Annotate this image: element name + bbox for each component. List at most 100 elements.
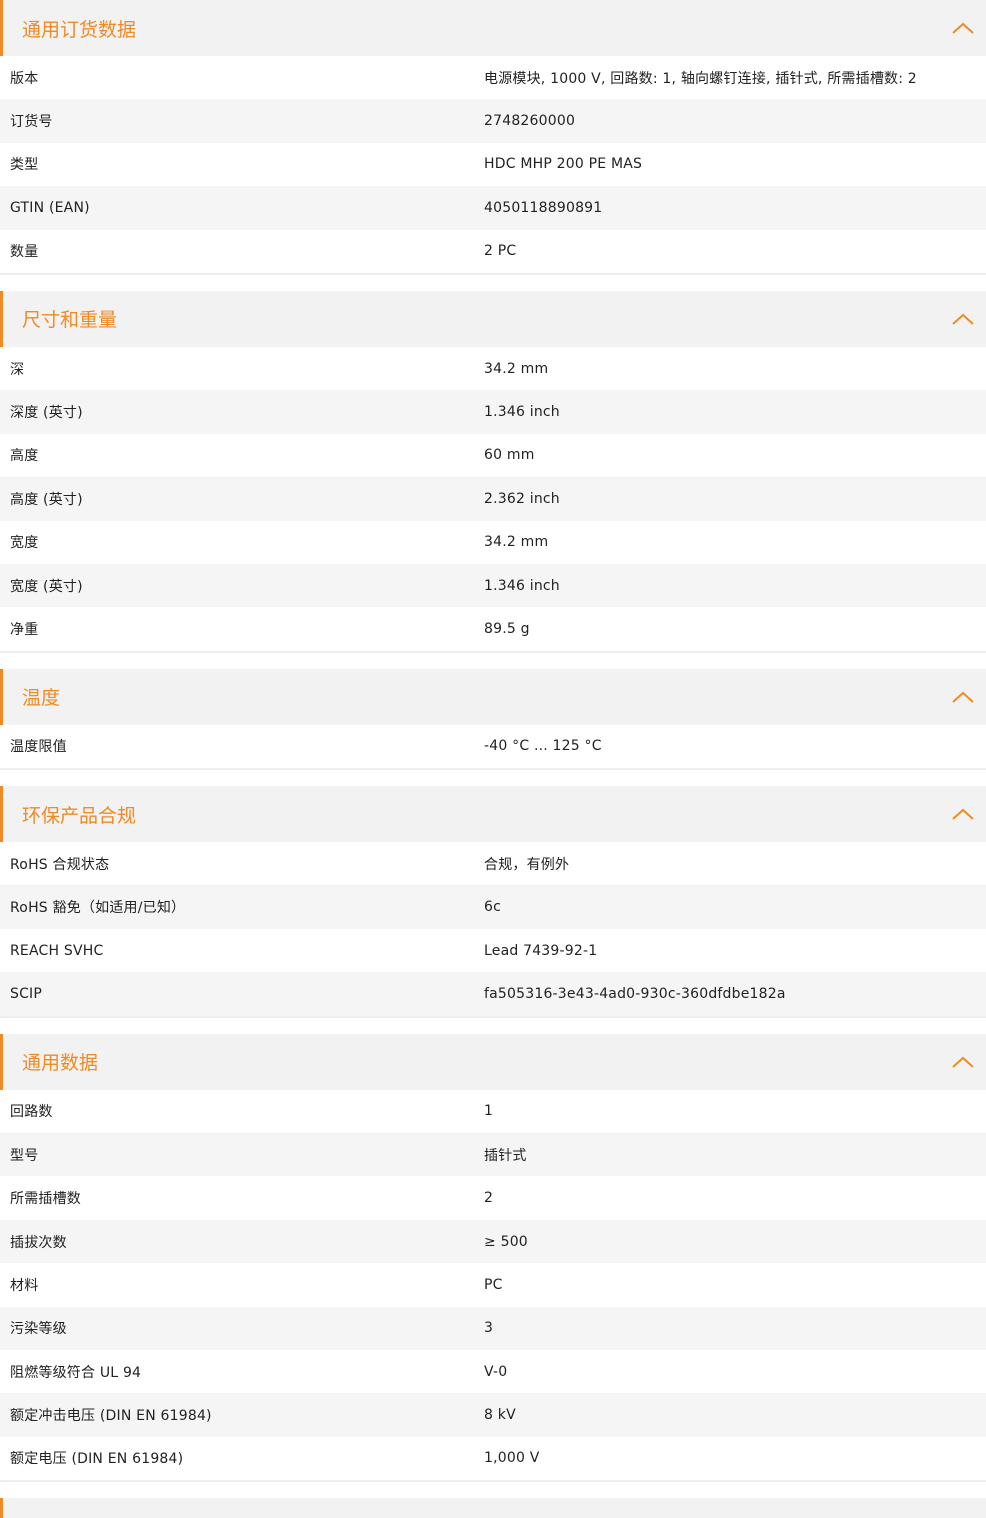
section-general-data: 通用数据 回路数 1 型号 插针式 所需插槽数 2 插拔次数 ≥ 500 材料 PC 污染… <box>0 1033 986 1483</box>
row-value: V-0 <box>484 1363 508 1380</box>
row-label: 高度 <box>10 448 39 465</box>
row-value: 34.2 mm <box>484 360 549 377</box>
table-row: 额定冲击电压 (DIN EN 61984) 8 kV <box>0 1393 986 1437</box>
table-row: 高度 60 mm <box>0 433 986 478</box>
chevron-up-icon[interactable] <box>950 1052 976 1072</box>
row-value: PC <box>484 1276 503 1293</box>
row-value: 1.346 inch <box>484 404 560 421</box>
row-value: 1,000 V <box>484 1450 540 1467</box>
row-value: 2748260000 <box>484 113 576 130</box>
section-environmental-compliance: 环保产品合规 RoHS 合规状态 合规，有例外 RoHS 豁免（如适用/已知） 6c… <box>0 786 986 1018</box>
row-value: 6c <box>484 899 502 916</box>
section-dimensions-weight: 尺寸和重量 深 34.2 mm 深度 (英寸) 1.346 inch 高度 60 mm… <box>0 290 986 653</box>
section-title: 通用订货数据 <box>22 18 137 41</box>
row-label: 宽度 (英寸) <box>10 578 83 595</box>
row-value: 1.346 inch <box>484 577 560 594</box>
row-label: 数量 <box>10 244 39 261</box>
row-label: 深 <box>10 361 25 378</box>
row-label: RoHS 合规状态 <box>10 856 110 873</box>
table-row: 深度 (英寸) 1.346 inch <box>0 390 986 434</box>
section-header[interactable]: 温度 <box>0 668 986 725</box>
section-ordering-data: 通用订货数据 版本 电源模块, 1000 V, 回路数: 1, 轴向螺钉连接, 插… <box>0 0 986 275</box>
table-row: REACH SVHC Lead 7439-92-1 <box>0 928 986 973</box>
row-label: 所需插槽数 <box>10 1191 81 1208</box>
row-label: 额定电压 (DIN EN 61984) <box>10 1451 184 1468</box>
section-title: 环保产品合规 <box>22 804 137 827</box>
table-row: 订货号 2748260000 <box>0 99 986 143</box>
section-title: 温度 <box>22 687 61 710</box>
chevron-up-icon[interactable] <box>950 687 976 707</box>
row-label: 订货号 <box>10 114 53 131</box>
table-row: 净重 89.5 g <box>0 607 986 651</box>
row-label: 宽度 <box>10 535 39 552</box>
row-value: 2.362 inch <box>484 490 560 507</box>
row-label: 回路数 <box>10 1104 53 1121</box>
table-row: 类型 HDC MHP 200 PE MAS <box>0 142 986 187</box>
table-row: 高度 (英寸) 2.362 inch <box>0 477 986 521</box>
table-row: 污染等级 3 <box>0 1306 986 1350</box>
next-section-header[interactable] <box>0 1498 986 1518</box>
chevron-up-icon[interactable] <box>950 18 976 38</box>
table-row: 型号 插针式 <box>0 1133 986 1177</box>
table-row: 版本 电源模块, 1000 V, 回路数: 1, 轴向螺钉连接, 插针式, 所需插… <box>0 56 986 100</box>
table-row: 阻燃等级符合 UL 94 V-0 <box>0 1349 986 1394</box>
table-row: RoHS 合规状态 合规，有例外 <box>0 842 986 886</box>
chevron-up-icon[interactable] <box>950 309 976 329</box>
section-header[interactable]: 通用数据 <box>0 1033 986 1090</box>
table-row: SCIP fa505316-3e43-4ad0-930c-360dfdbe182a <box>0 972 986 1016</box>
row-value: 60 mm <box>484 447 535 464</box>
row-value: 2 PC <box>484 243 517 260</box>
row-value: 3 <box>484 1320 494 1337</box>
row-value: fa505316-3e43-4ad0-930c-360dfdbe182a <box>484 985 786 1002</box>
row-label: 型号 <box>10 1147 39 1164</box>
row-value: 8 kV <box>484 1407 516 1424</box>
row-value: 34.2 mm <box>484 534 549 551</box>
row-label: 额定冲击电压 (DIN EN 61984) <box>10 1408 212 1425</box>
table-row: 深 34.2 mm <box>0 346 986 391</box>
table-row: GTIN (EAN) 4050118890891 <box>0 186 986 230</box>
section-title: 尺寸和重量 <box>22 309 118 332</box>
row-label: 温度限值 <box>10 739 67 756</box>
table-row: 回路数 1 <box>0 1089 986 1134</box>
row-label: 深度 (英寸) <box>10 405 83 422</box>
row-label: 材料 <box>10 1277 39 1294</box>
row-label: 净重 <box>10 621 39 638</box>
row-value: ≥ 500 <box>484 1233 528 1250</box>
row-value: 插针式 <box>484 1147 527 1164</box>
row-label: RoHS 豁免（如适用/已知） <box>10 900 186 917</box>
row-label: 类型 <box>10 157 39 174</box>
section-temperature: 温度 温度限值 -40 °C ... 125 °C <box>0 668 986 771</box>
table-row: 插拔次数 ≥ 500 <box>0 1219 986 1264</box>
row-label: GTIN (EAN) <box>10 199 90 216</box>
row-value: -40 °C ... 125 °C <box>484 738 602 755</box>
row-value: HDC MHP 200 PE MAS <box>484 156 643 173</box>
row-value: 1 <box>484 1103 494 1120</box>
row-value: 89.5 g <box>484 620 530 637</box>
table-row: 数量 2 PC <box>0 229 986 273</box>
row-label: SCIP <box>10 985 43 1002</box>
row-label: REACH SVHC <box>10 942 104 959</box>
row-label: 插拔次数 <box>10 1234 67 1251</box>
row-label: 污染等级 <box>10 1321 67 1338</box>
section-title: 通用数据 <box>22 1052 99 1075</box>
table-row: 宽度 34.2 mm <box>0 520 986 564</box>
section-header[interactable]: 环保产品合规 <box>0 786 986 843</box>
row-value: Lead 7439-92-1 <box>484 942 598 959</box>
row-value: 合规，有例外 <box>484 856 570 873</box>
row-label: 阻燃等级符合 UL 94 <box>10 1364 142 1381</box>
row-value: 2 <box>484 1190 494 1207</box>
row-label: 高度 (英寸) <box>10 491 83 508</box>
table-row: 额定电压 (DIN EN 61984) 1,000 V <box>0 1436 986 1481</box>
section-header[interactable]: 通用订货数据 <box>0 0 986 56</box>
table-row: 温度限值 -40 °C ... 125 °C <box>0 724 986 769</box>
table-row: 宽度 (英寸) 1.346 inch <box>0 563 986 608</box>
table-row: 所需插槽数 2 <box>0 1176 986 1220</box>
row-value: 4050118890891 <box>484 199 603 216</box>
chevron-up-icon[interactable] <box>950 804 976 824</box>
row-value: 电源模块, 1000 V, 回路数: 1, 轴向螺钉连接, 插针式, 所需插槽数… <box>484 70 917 87</box>
spec-page: 通用订货数据 版本 电源模块, 1000 V, 回路数: 1, 轴向螺钉连接, 插… <box>0 0 986 1518</box>
table-row: 材料 PC <box>0 1263 986 1307</box>
section-header[interactable]: 尺寸和重量 <box>0 290 986 347</box>
row-label: 版本 <box>10 70 39 87</box>
table-row: RoHS 豁免（如适用/已知） 6c <box>0 885 986 929</box>
